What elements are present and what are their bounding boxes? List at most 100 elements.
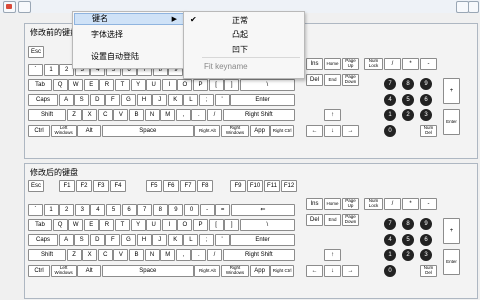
key-5[interactable]: 5 bbox=[106, 204, 121, 216]
menu-item-font[interactable]: 字体选择 bbox=[91, 29, 123, 40]
key-f9[interactable]: F9 bbox=[230, 180, 246, 192]
key-shift[interactable]: Shift bbox=[28, 109, 66, 121]
key-space[interactable]: Space bbox=[101, 265, 194, 277]
key-right-ctrl[interactable]: Right Ctrl bbox=[270, 125, 295, 137]
key-sym[interactable]: ; bbox=[199, 94, 214, 106]
key-sym[interactable]: . bbox=[191, 109, 207, 121]
key-8[interactable]: 8 bbox=[152, 204, 168, 216]
key-numpad-minus[interactable]: - bbox=[420, 58, 437, 70]
key-del[interactable]: Del bbox=[306, 214, 323, 226]
key-arrow-right[interactable]: → bbox=[342, 125, 359, 137]
key-f4[interactable]: F4 bbox=[110, 180, 126, 192]
key-home[interactable]: Home bbox=[324, 58, 341, 70]
key-esc[interactable]: Esc bbox=[28, 180, 44, 192]
key-f7[interactable]: F7 bbox=[180, 180, 196, 192]
key-sym[interactable]: ; bbox=[199, 234, 214, 246]
key-numpad-6[interactable]: 6 bbox=[420, 234, 432, 246]
key-sym[interactable]: ` bbox=[28, 204, 43, 216]
key-a[interactable]: A bbox=[58, 94, 74, 106]
key-numpad-plus[interactable]: + bbox=[443, 78, 460, 104]
key-r[interactable]: R bbox=[99, 79, 115, 91]
key-2[interactable]: 2 bbox=[59, 204, 75, 216]
key-e[interactable]: E bbox=[83, 79, 99, 91]
key-numpad-enter[interactable]: Enter bbox=[443, 109, 460, 135]
key-a[interactable]: A bbox=[58, 234, 74, 246]
key-tab[interactable]: Tab bbox=[28, 79, 52, 91]
key-sym[interactable]: ` bbox=[28, 64, 43, 76]
key-sym[interactable]: ' bbox=[214, 234, 230, 246]
key-s[interactable]: S bbox=[74, 234, 90, 246]
key-sym[interactable]: - bbox=[199, 204, 215, 216]
key-u[interactable]: U bbox=[146, 219, 162, 231]
key-numpad-3[interactable]: 3 bbox=[420, 109, 432, 121]
key-i[interactable]: I bbox=[161, 79, 177, 91]
key-h[interactable]: H bbox=[136, 94, 152, 106]
key-numpad-8[interactable]: 8 bbox=[402, 78, 414, 90]
key-f10[interactable]: F10 bbox=[247, 180, 263, 192]
key-esc[interactable]: Esc bbox=[28, 46, 44, 58]
key-6[interactable]: 6 bbox=[121, 204, 137, 216]
key-numpad-0[interactable]: 0 bbox=[384, 265, 396, 277]
key-caps[interactable]: Caps bbox=[28, 94, 58, 106]
key-sym[interactable]: . bbox=[191, 249, 207, 261]
key-f8[interactable]: F8 bbox=[197, 180, 213, 192]
key-g[interactable]: G bbox=[121, 94, 136, 106]
key-3[interactable]: 3 bbox=[74, 204, 90, 216]
key-w[interactable]: W bbox=[68, 79, 84, 91]
key-v[interactable]: V bbox=[113, 109, 129, 121]
key-q[interactable]: Q bbox=[52, 219, 68, 231]
key-left-windows[interactable]: Left Windows bbox=[50, 125, 77, 137]
key-z[interactable]: Z bbox=[66, 109, 82, 121]
key-t[interactable]: T bbox=[115, 79, 130, 91]
key-numpad-minus[interactable]: - bbox=[420, 198, 437, 210]
key-n[interactable]: N bbox=[144, 109, 160, 121]
key-numpad-4[interactable]: 4 bbox=[384, 94, 396, 106]
key-f3[interactable]: F3 bbox=[93, 180, 109, 192]
key-f[interactable]: F bbox=[105, 234, 121, 246]
key-ctrl[interactable]: Ctrl bbox=[28, 125, 50, 137]
key-z[interactable]: Z bbox=[66, 249, 82, 261]
key-sym[interactable]: [ bbox=[208, 79, 224, 91]
key-sym[interactable]: ' bbox=[214, 94, 230, 106]
key-b[interactable]: B bbox=[129, 109, 144, 121]
key-l[interactable]: L bbox=[183, 94, 199, 106]
key-shift[interactable]: Shift bbox=[28, 249, 66, 261]
key-f6[interactable]: F6 bbox=[163, 180, 179, 192]
key-space[interactable]: Space bbox=[101, 125, 194, 137]
key-numpad-1[interactable]: 1 bbox=[384, 109, 396, 121]
key-sym[interactable]: [ bbox=[208, 219, 224, 231]
key-1[interactable]: 1 bbox=[43, 64, 59, 76]
key-f5[interactable]: F5 bbox=[146, 180, 162, 192]
key-u[interactable]: U bbox=[146, 79, 162, 91]
app-flag-icon[interactable] bbox=[3, 1, 16, 13]
key-enter[interactable]: Enter bbox=[230, 94, 295, 106]
key-9[interactable]: 9 bbox=[168, 204, 184, 216]
key-q[interactable]: Q bbox=[52, 79, 68, 91]
key-app[interactable]: App bbox=[249, 265, 270, 277]
key-arrow-down[interactable]: ↓ bbox=[324, 125, 341, 137]
key-numpad-7[interactable]: 7 bbox=[384, 78, 396, 90]
key-f11[interactable]: F11 bbox=[264, 180, 280, 192]
key-backslash[interactable]: \ bbox=[239, 219, 295, 231]
key-numpad-plus[interactable]: + bbox=[443, 218, 460, 244]
key-right-shift[interactable]: Right Shift bbox=[222, 109, 295, 121]
key-w[interactable]: W bbox=[68, 219, 84, 231]
key-v[interactable]: V bbox=[113, 249, 129, 261]
key-page-up[interactable]: Page Up bbox=[342, 198, 359, 210]
key-ins[interactable]: Ins bbox=[306, 198, 323, 210]
key-enter[interactable]: Enter bbox=[230, 234, 295, 246]
key-o[interactable]: O bbox=[177, 79, 193, 91]
key-x[interactable]: X bbox=[82, 109, 98, 121]
key-f12[interactable]: F12 bbox=[281, 180, 297, 192]
key-e[interactable]: E bbox=[83, 219, 99, 231]
key-right-windows[interactable]: Right Windows bbox=[221, 265, 249, 277]
settings-icon[interactable] bbox=[468, 1, 479, 13]
key-arrow-left[interactable]: ← bbox=[306, 125, 323, 137]
key-j[interactable]: J bbox=[152, 94, 168, 106]
key-p[interactable]: P bbox=[193, 79, 208, 91]
key-numpad-multiply[interactable]: * bbox=[402, 58, 419, 70]
key-f[interactable]: F bbox=[105, 94, 121, 106]
key-numpad-2[interactable]: 2 bbox=[402, 109, 414, 121]
key-numpad-enter[interactable]: Enter bbox=[443, 249, 460, 275]
key-h[interactable]: H bbox=[136, 234, 152, 246]
